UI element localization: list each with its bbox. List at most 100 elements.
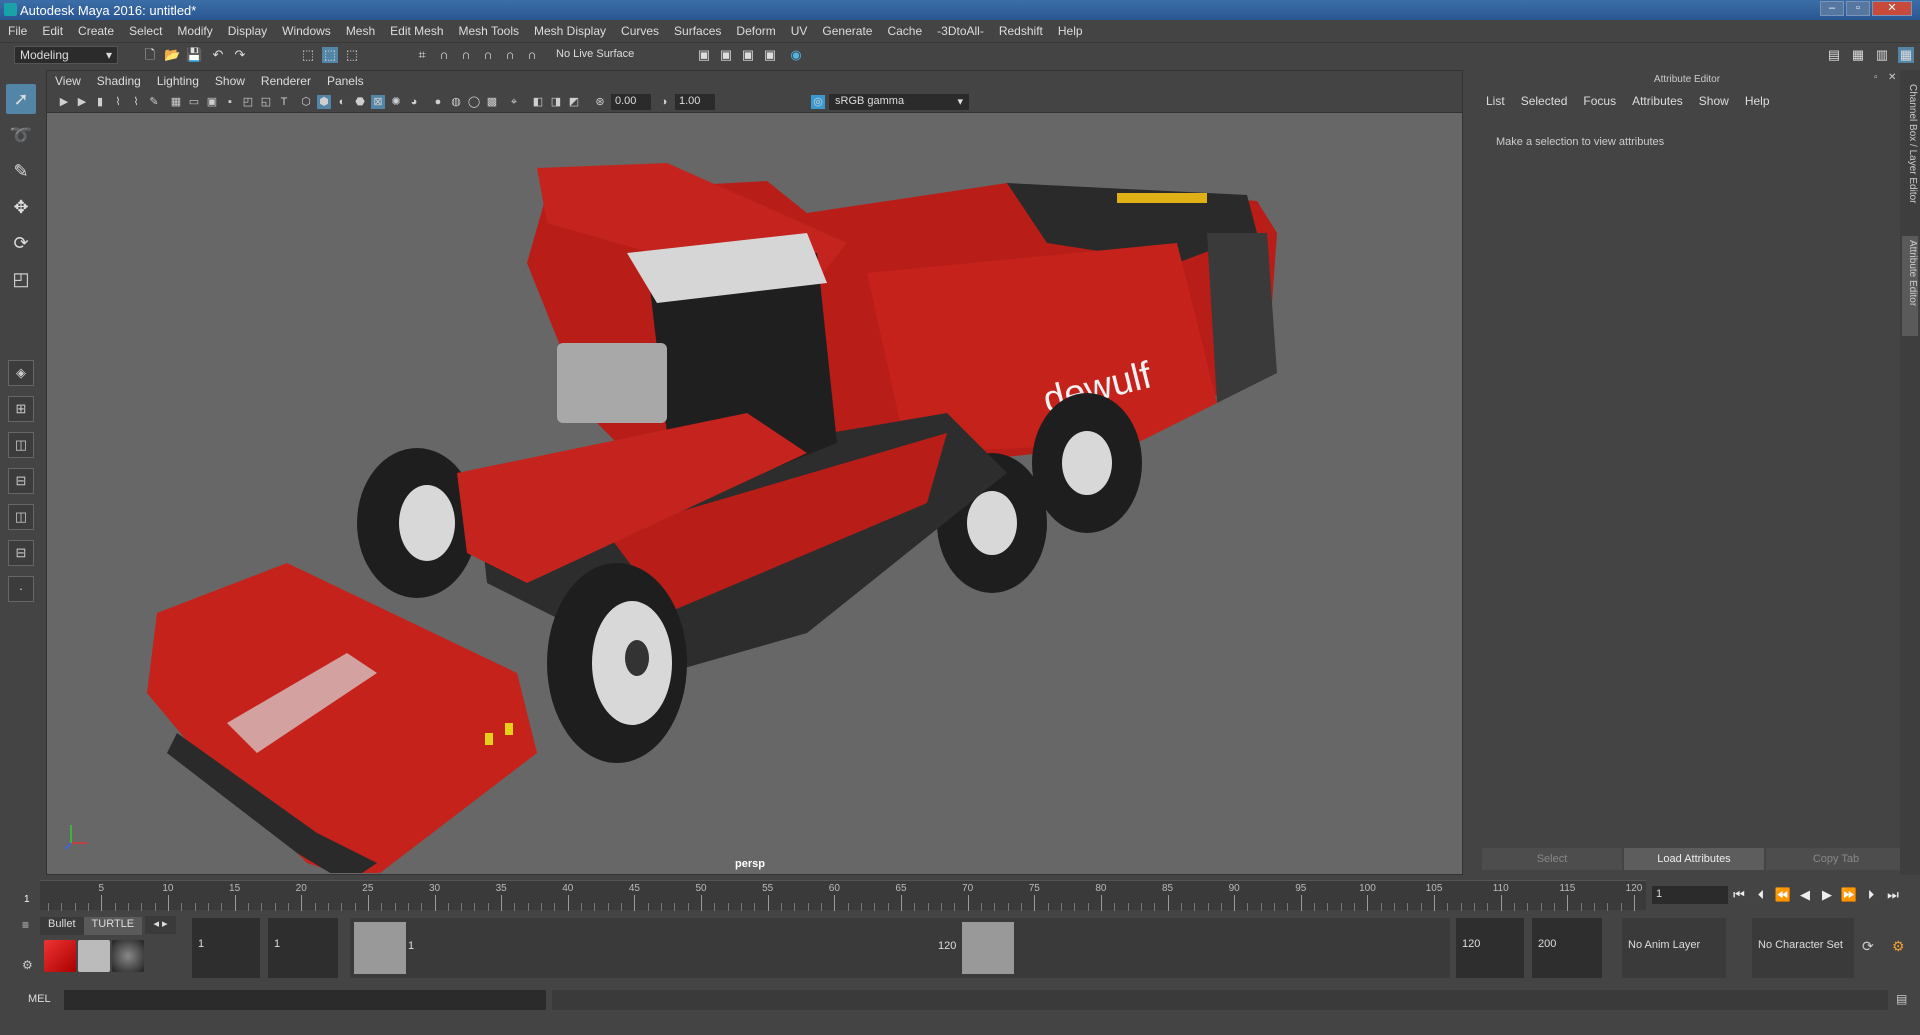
persp-graph-layout-icon[interactable]: ⊟ — [8, 468, 34, 494]
xray-active-icon[interactable]: ◨ — [549, 95, 563, 109]
viewport-menu-panels[interactable]: Panels — [319, 71, 372, 88]
render-settings-icon[interactable]: ▣ — [762, 47, 778, 63]
shelf-menu-icon[interactable]: ≡ — [22, 918, 29, 932]
anim-layer-dropdown[interactable]: No Anim Layer — [1622, 918, 1726, 978]
playback-end-field[interactable]: 120 — [1456, 918, 1524, 978]
maximize-button[interactable]: ▫ — [1846, 1, 1870, 16]
menu-display[interactable]: Display — [220, 21, 274, 38]
mel-input-field[interactable] — [64, 990, 546, 1010]
viewport-menu-lighting[interactable]: Lighting — [149, 71, 207, 88]
live-surface-label[interactable]: No Live Surface — [556, 48, 634, 60]
animation-preferences-icon[interactable]: ⚙ — [1892, 938, 1905, 955]
color-management-icon[interactable]: ◎ — [811, 95, 825, 109]
snap-point-icon[interactable]: ∩ — [458, 47, 474, 63]
attr-menu-focus[interactable]: Focus — [1575, 94, 1624, 108]
attr-menu-attributes[interactable]: Attributes — [1624, 94, 1691, 108]
render-view-icon[interactable]: ▣ — [696, 47, 712, 63]
channel-box-tab[interactable]: Channel Box / Layer Editor — [1902, 80, 1918, 230]
grease-pencil-icon[interactable]: ✎ — [147, 95, 161, 109]
close-button[interactable]: ✕ — [1872, 1, 1912, 16]
menu-modify[interactable]: Modify — [169, 21, 219, 38]
go-to-end-icon[interactable]: ⏭ — [1884, 886, 1902, 904]
isolate-select-icon[interactable]: ⌖ — [507, 95, 521, 109]
snap-curve-icon[interactable]: ∩ — [436, 47, 452, 63]
viewport-menu-renderer[interactable]: Renderer — [253, 71, 319, 88]
close-panel-icon[interactable]: ✕ — [1888, 72, 1896, 83]
attr-menu-selected[interactable]: Selected — [1513, 94, 1576, 108]
turtle-sphere-icon[interactable] — [112, 940, 144, 972]
xray-icon[interactable]: ◧ — [531, 95, 545, 109]
open-scene-icon[interactable]: 📂 — [164, 47, 180, 63]
current-frame-field[interactable]: 1 — [1652, 886, 1728, 904]
select-hierarchy-icon[interactable]: ⬚ — [300, 47, 316, 63]
menu-deform[interactable]: Deform — [728, 21, 782, 38]
gamma-icon[interactable]: ◑ — [657, 95, 671, 109]
shelf-tab-bullet[interactable]: Bullet — [40, 917, 84, 935]
image-plane-icon[interactable]: ⌇ — [111, 95, 125, 109]
camera-select-icon[interactable]: ▶ — [57, 95, 71, 109]
camera-attributes-icon[interactable]: ▶ — [75, 95, 89, 109]
default-material-icon[interactable]: ◐ — [335, 95, 349, 109]
menu-mesh-display[interactable]: Mesh Display — [526, 21, 613, 38]
attr-menu-show[interactable]: Show — [1691, 94, 1737, 108]
smooth-shade-icon[interactable]: ⬢ — [317, 95, 331, 109]
menu-generate[interactable]: Generate — [814, 21, 879, 38]
safe-action-icon[interactable]: ◱ — [259, 95, 273, 109]
redo-icon[interactable]: ↷ — [232, 47, 248, 63]
use-all-lights-icon[interactable]: ✺ — [389, 95, 403, 109]
xray-joints-icon[interactable]: ◩ — [567, 95, 581, 109]
move-tool-icon[interactable]: ✥ — [6, 192, 36, 222]
snap-view-icon[interactable]: ∩ — [480, 47, 496, 63]
play-forward-icon[interactable]: ▶ — [1818, 886, 1836, 904]
go-to-start-icon[interactable]: ⏮ — [1730, 886, 1748, 904]
film-gate-icon[interactable]: ▭ — [187, 95, 201, 109]
outliner-icon[interactable]: ▥ — [1874, 47, 1890, 63]
select-component-icon[interactable]: ⬚ — [344, 47, 360, 63]
save-scene-icon[interactable]: 💾 — [186, 47, 202, 63]
select-tool-icon[interactable]: ➚ — [6, 84, 36, 114]
turtle-render-icon[interactable] — [44, 940, 76, 972]
shelf-settings-icon[interactable]: ⚙ — [22, 958, 33, 972]
anti-aliasing-icon[interactable]: ◯ — [467, 95, 481, 109]
gate-mask-icon[interactable]: ▪ — [223, 95, 237, 109]
viewport-panel[interactable]: View Shading Lighting Show Renderer Panels ▶ … — [46, 70, 1463, 875]
shelf-tab-turtle[interactable]: TURTLE — [83, 917, 143, 935]
step-back-frame-icon[interactable]: ⏴ — [1752, 886, 1770, 904]
lasso-tool-icon[interactable]: ➰ — [6, 120, 36, 150]
four-view-layout-icon[interactable]: ⊞ — [8, 396, 34, 422]
attr-menu-help[interactable]: Help — [1737, 94, 1778, 108]
field-chart-icon[interactable]: ◰ — [241, 95, 255, 109]
resolution-gate-icon[interactable]: ▣ — [205, 95, 219, 109]
snap-surface-icon[interactable]: ∩ — [502, 47, 518, 63]
select-button[interactable]: Select — [1482, 848, 1622, 870]
menu-file[interactable]: File — [0, 21, 34, 38]
menu-help[interactable]: Help — [1050, 21, 1090, 38]
ipr-render-icon[interactable]: ▣ — [740, 47, 756, 63]
menu-edit-mesh[interactable]: Edit Mesh — [382, 21, 450, 38]
persp-outliner-layout-icon[interactable]: ◫ — [8, 432, 34, 458]
hypershade-icon[interactable]: ◉ — [788, 47, 804, 63]
textured-icon[interactable]: ⊠ — [371, 95, 385, 109]
menu-mesh[interactable]: Mesh — [338, 21, 382, 38]
render-current-icon[interactable]: ▣ — [718, 47, 734, 63]
step-forward-frame-icon[interactable]: ⏵ — [1862, 886, 1880, 904]
load-attributes-button[interactable]: Load Attributes — [1624, 848, 1764, 870]
workspace-icon[interactable]: ▤ — [1826, 47, 1842, 63]
menu-select[interactable]: Select — [121, 21, 169, 38]
exposure-icon[interactable]: ⊛ — [593, 95, 607, 109]
attribute-editor-tab[interactable]: Attribute Editor — [1902, 236, 1918, 336]
motion-blur-icon[interactable]: ◍ — [449, 95, 463, 109]
select-object-icon[interactable]: ⬚ — [322, 47, 338, 63]
range-end-handle[interactable] — [962, 922, 1014, 974]
custom-layout-icon[interactable]: · — [8, 576, 34, 602]
menu-uv[interactable]: UV — [783, 21, 815, 38]
bookmark-icon[interactable]: ▮ — [93, 95, 107, 109]
script-editor-icon[interactable]: ▤ — [1896, 992, 1907, 1006]
snap-grid-icon[interactable]: ⌗ — [414, 47, 430, 63]
playback-start-field[interactable]: 1 — [268, 918, 338, 978]
menu-create[interactable]: Create — [70, 21, 121, 38]
play-backward-icon[interactable]: ◀ — [1796, 886, 1814, 904]
gamma-field[interactable]: 1.00 — [675, 94, 715, 110]
range-slider-track[interactable]: 1 120 — [350, 918, 1450, 978]
2d-pan-zoom-icon[interactable]: ⌇ — [129, 95, 143, 109]
